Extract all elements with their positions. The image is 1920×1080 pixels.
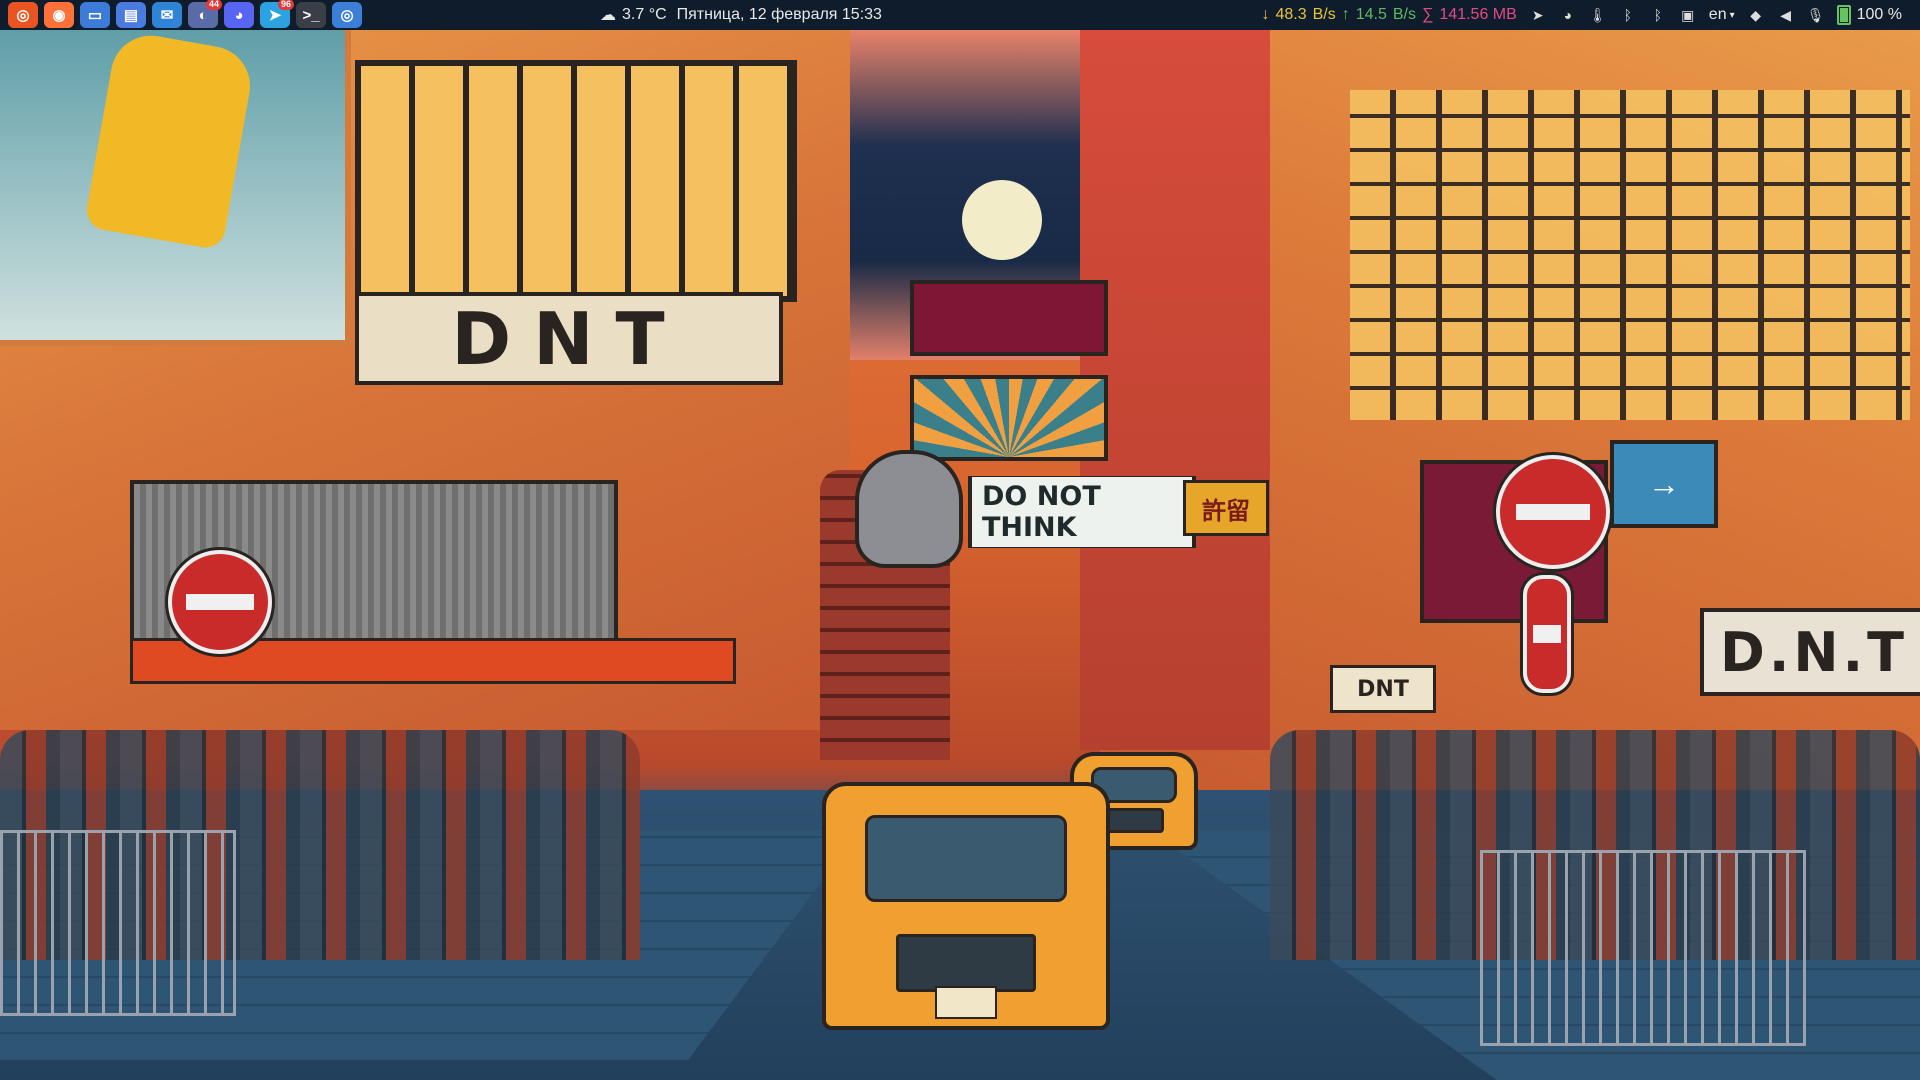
speaker-icon[interactable]: ◀ [1777, 6, 1795, 24]
taxi-front [822, 782, 1110, 1030]
chinese-sign: 許留 [1183, 480, 1269, 536]
messenger-app[interactable]: ◐ 44 [188, 0, 222, 28]
moon [962, 180, 1042, 260]
mail-icon: ✉ [160, 7, 174, 24]
discord-app[interactable]: ◕ [224, 2, 254, 28]
wifi-icon[interactable]: ◆ [1747, 6, 1765, 24]
weather-widget[interactable]: ☁ 3.7 °C [600, 5, 667, 25]
language-label: en [1708, 6, 1727, 23]
right-windows [1350, 90, 1910, 420]
chromium-icon: ◎ [340, 7, 354, 24]
volume-level: 100 % [1856, 6, 1902, 23]
weather-temperature: 3.7 °C [622, 6, 667, 23]
taxi-grille [1104, 807, 1164, 834]
temperature-icon[interactable]: 🌡 [1589, 6, 1607, 24]
network-speed[interactable]: ↓ 48.3 B/s ↑ 14.5 B/s ∑ 141.56 MB [1261, 6, 1516, 24]
screenshot-icon[interactable]: ▣ [1679, 6, 1697, 24]
firefox-icon: ◉ [52, 7, 66, 24]
taxi-grille [896, 933, 1036, 993]
dnt-right-sign: D.N.T [1700, 608, 1920, 696]
tray-icons: ➤ ◕ 🌡 ᛒ ᛒ ▣ [1529, 6, 1697, 24]
bluetooth-icon[interactable]: ᛒ [1619, 6, 1637, 24]
discord-icon: ◕ [234, 6, 244, 24]
do-not-think-text: DO NOT THINK [972, 477, 1192, 547]
terminal-app[interactable]: >_ [296, 2, 326, 28]
top-panel: ◎ ◉ ▭ ▤ ✉ ◐ 44 ◕ ➤ 96 >_ ◎ ☁ 3.7 °C Пятница, 12 фев… [0, 0, 1920, 30]
ubuntu-icon: ◎ [16, 7, 30, 24]
shop-windows [355, 60, 797, 302]
language-switcher[interactable]: en ▾ [1709, 6, 1735, 24]
ubuntu-launcher-app[interactable]: ◎ [8, 2, 38, 28]
upload-arrow-icon: ↑ [1341, 6, 1350, 23]
dnt-curved-sign: DNT [355, 292, 783, 385]
clock-area[interactable]: ☁ 3.7 °C Пятница, 12 февраля 15:33 [600, 0, 882, 30]
left-railing [0, 830, 236, 1016]
download-unit: B/s [1312, 6, 1336, 23]
robot-head [855, 450, 963, 568]
notification-badge: 96 [277, 0, 294, 10]
download-speed: 48.3 [1275, 6, 1307, 23]
date-time[interactable]: Пятница, 12 февраля 15:33 [677, 6, 882, 24]
mail-app[interactable]: ✉ [152, 2, 182, 28]
no-entry-sign-right [1496, 455, 1610, 569]
yellow-coat-figure [83, 30, 257, 251]
app-launcher: ◎ ◉ ▭ ▤ ✉ ◐ 44 ◕ ➤ 96 >_ ◎ [0, 0, 362, 30]
chevron-down-icon: ▾ [1729, 9, 1735, 21]
do-not-think-sign: DO NOT THINK [968, 476, 1196, 548]
download-arrow-icon: ↓ [1261, 6, 1270, 23]
telegram-tray-icon[interactable]: ➤ [1529, 6, 1547, 24]
no-entry-sign-narrow [1523, 575, 1571, 693]
battery-icon [1836, 5, 1851, 25]
discord-tray-icon[interactable]: ◕ [1559, 6, 1577, 24]
terminal-icon: >_ [302, 6, 320, 24]
telegram-app[interactable]: ➤ 96 [260, 0, 294, 28]
upload-unit: B/s [1392, 6, 1416, 23]
right-railing [1480, 850, 1806, 1046]
dnt-small-sign: DNT [1330, 665, 1436, 713]
red-banner-sign [910, 280, 1108, 356]
total-traffic: 141.56 MB [1439, 6, 1517, 23]
billboard-jumping-figure [0, 30, 351, 346]
sunrise-sign [910, 375, 1108, 461]
folder-icon: ▭ [87, 7, 103, 24]
microphone-icon[interactable]: 🎙 [1807, 6, 1825, 24]
no-entry-sign-left [168, 550, 272, 654]
bluetooth-icon[interactable]: ᛒ [1649, 6, 1667, 24]
calendar-app[interactable]: ▤ [116, 2, 146, 28]
chromium-app[interactable]: ◎ [332, 2, 362, 28]
files-app[interactable]: ▭ [80, 2, 110, 28]
cloud-icon: ☁ [600, 7, 616, 24]
system-tray: ↓ 48.3 B/s ↑ 14.5 B/s ∑ 141.56 MB ➤ ◕ 🌡 ᛒ ᛒ ▣… [1261, 0, 1920, 30]
total-traffic-icon: ∑ [1422, 6, 1434, 23]
chat-icon: ◐ [198, 6, 208, 24]
battery-indicator[interactable]: 100 % [1836, 5, 1902, 25]
taxi-window [865, 814, 1067, 903]
firefox-app[interactable]: ◉ [44, 2, 74, 28]
calendar-icon: ▤ [123, 7, 139, 24]
arrow-sign: → [1610, 440, 1718, 528]
notification-badge: 44 [205, 0, 222, 10]
upload-speed: 14.5 [1355, 6, 1387, 23]
desktop-wallpaper: DNT DO NOT THINK 許留 → D.N.T DNT [0, 30, 1920, 1080]
taxi-plate [935, 986, 997, 1019]
mid-building [1080, 30, 1270, 750]
